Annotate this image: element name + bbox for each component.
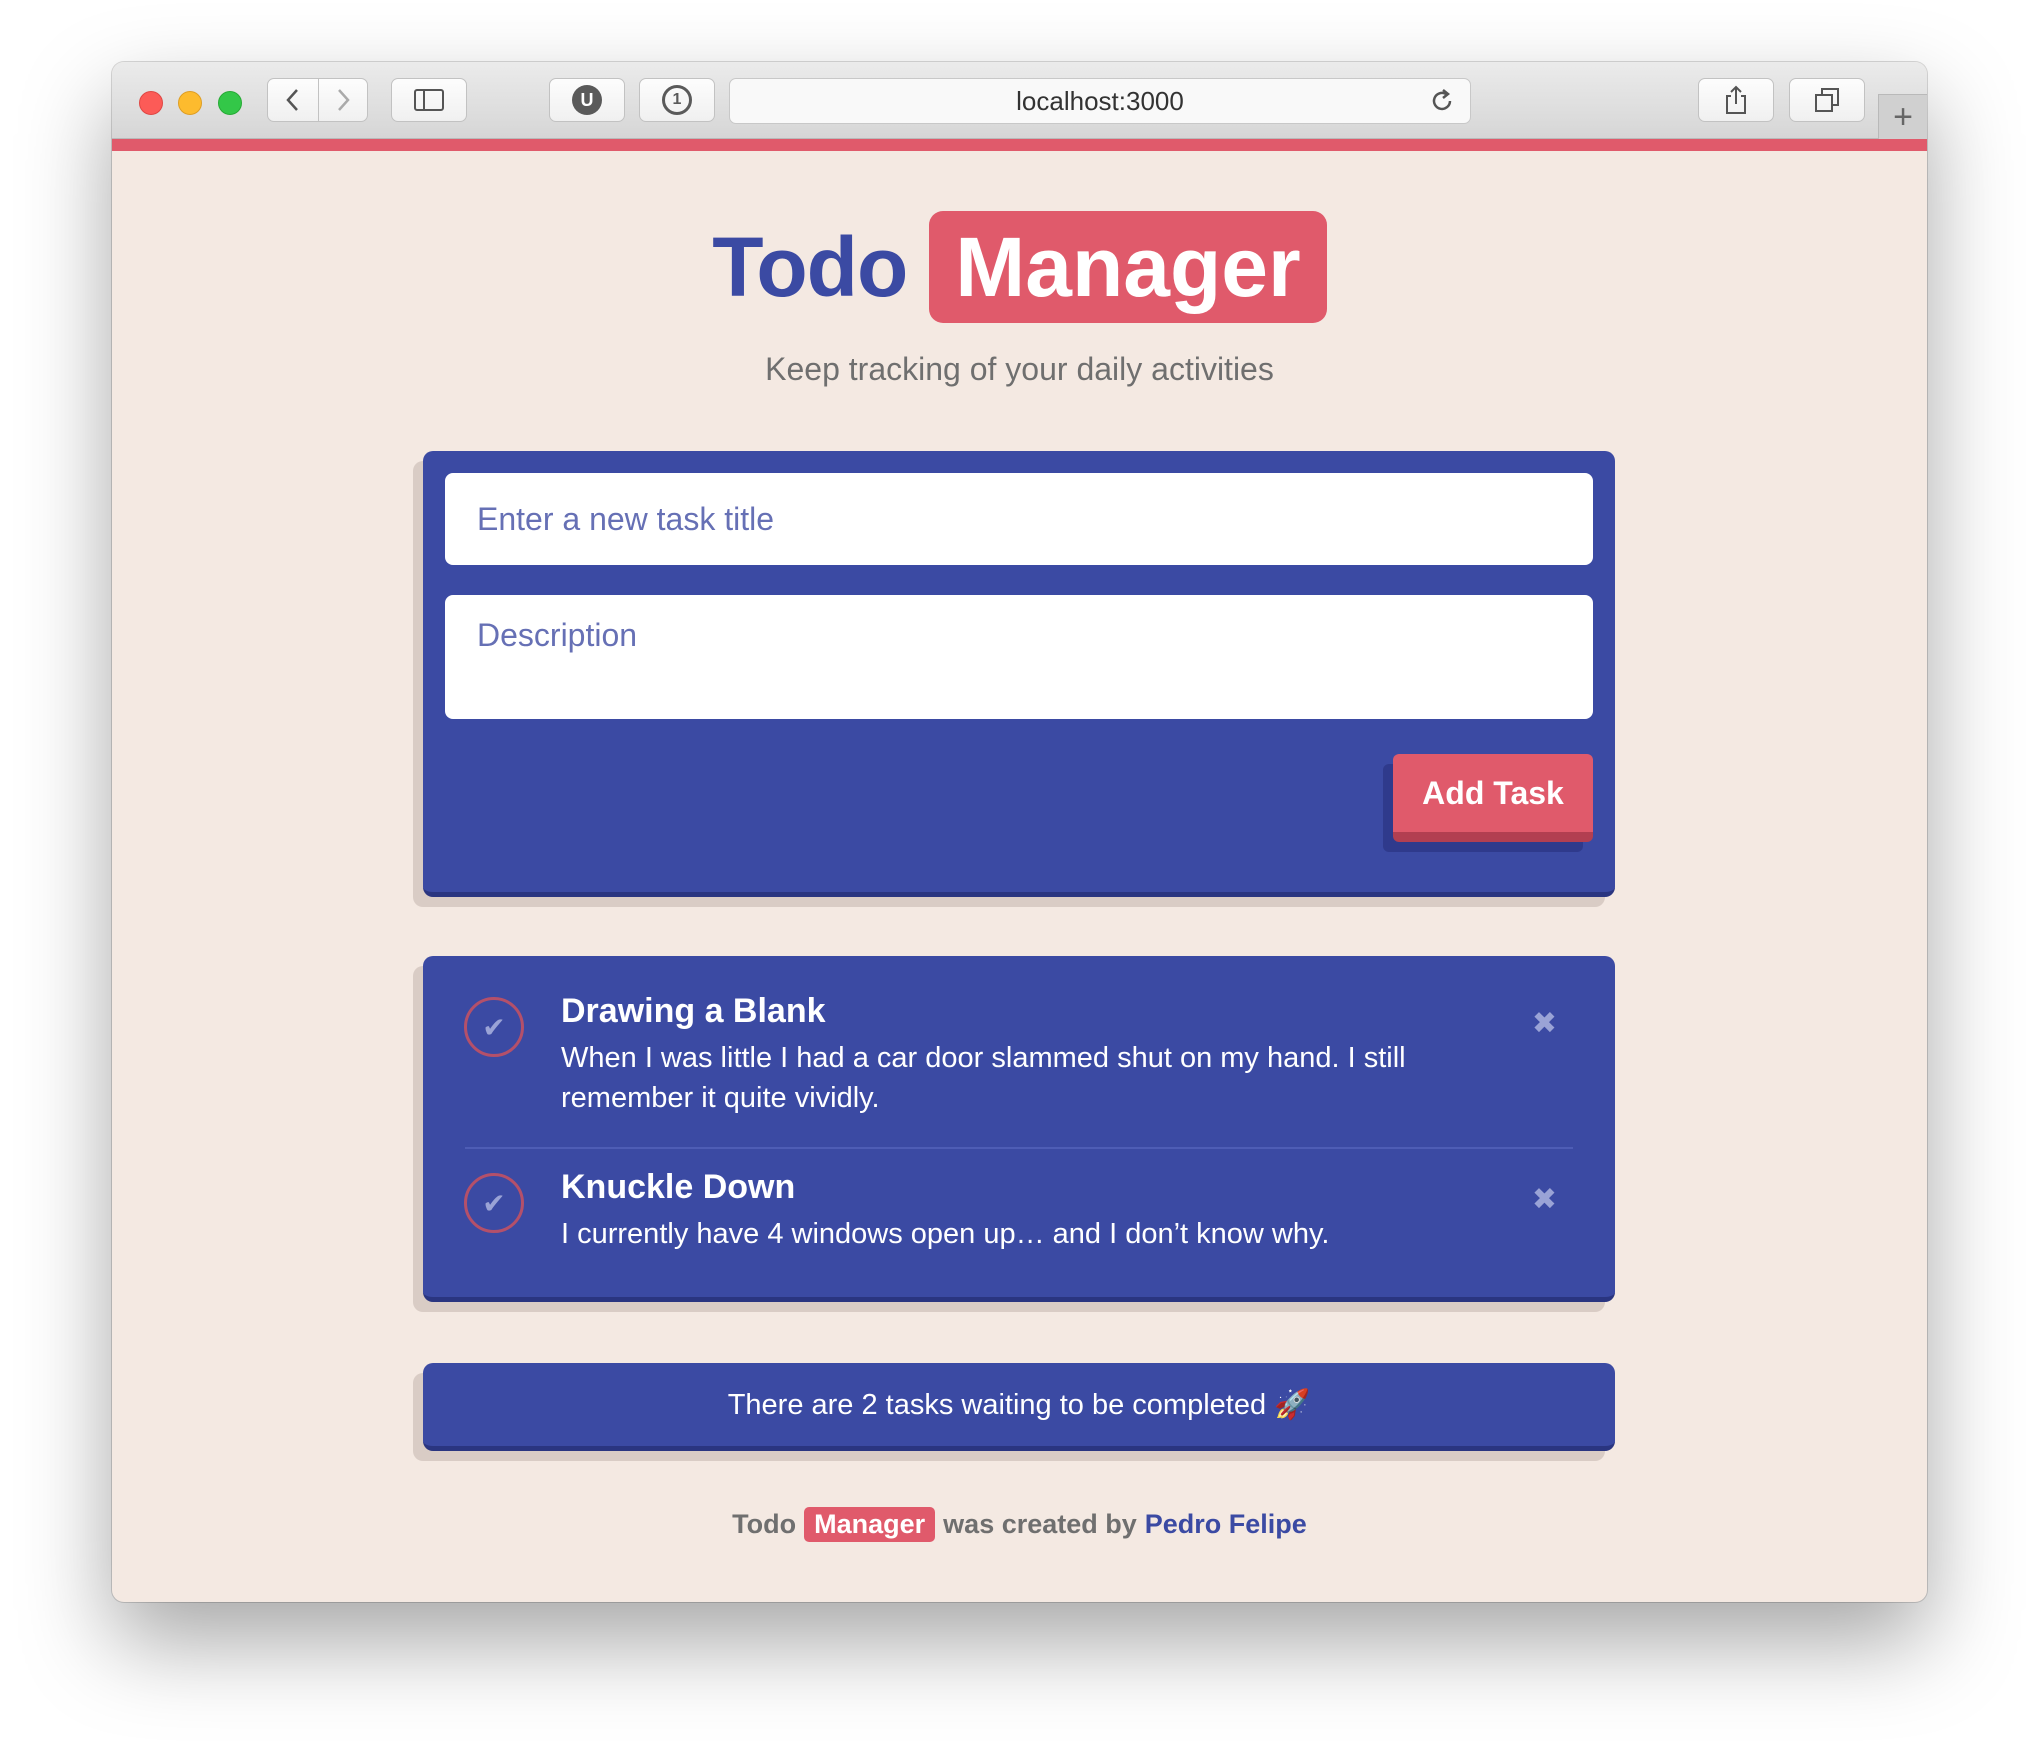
footer-manager-badge: Manager — [804, 1507, 936, 1542]
title-todo: Todo — [712, 219, 908, 314]
status-text: There are 2 tasks waiting to be complete… — [727, 1388, 1311, 1421]
ublock-extension-button[interactable]: U — [549, 78, 625, 122]
back-button[interactable] — [267, 78, 319, 122]
footer-created-by: was created by — [943, 1509, 1137, 1539]
onepassword-extension-button[interactable]: 1 — [639, 78, 715, 122]
complete-task-button[interactable]: ✔ — [464, 997, 524, 1057]
back-icon — [286, 89, 298, 111]
share-button[interactable] — [1698, 78, 1774, 122]
page-content: Todo Manager Keep tracking of your daily… — [112, 151, 1927, 1602]
task-list: ✔ Drawing a Blank When I was little I ha… — [423, 956, 1615, 1302]
check-icon: ✔ — [482, 1011, 506, 1043]
sidebar-button[interactable] — [391, 78, 467, 122]
title-manager-badge: Manager — [929, 211, 1327, 323]
close-window-button[interactable] — [139, 91, 163, 115]
task-description: When I was little I had a car door slamm… — [561, 1042, 1406, 1114]
minimize-window-button[interactable] — [178, 91, 202, 115]
task-title: Knuckle Down — [561, 1168, 796, 1206]
add-task-button[interactable]: Add Task — [1393, 754, 1593, 842]
new-tab-icon: + — [1893, 98, 1913, 136]
tabs-icon — [1815, 88, 1839, 112]
accent-bar — [112, 139, 1927, 151]
author-link[interactable]: Pedro Felipe — [1145, 1509, 1307, 1540]
footer: Todo Manager was created by Pedro Felipe — [112, 1507, 1927, 1542]
delete-task-button[interactable]: ✖ — [1532, 1182, 1557, 1217]
task-divider — [465, 1147, 1573, 1149]
share-icon — [1726, 85, 1746, 114]
new-task-form: Enter a new task title Description Add T… — [423, 451, 1615, 897]
delete-task-button[interactable]: ✖ — [1532, 1006, 1557, 1041]
url-text: localhost:3000 — [1016, 85, 1184, 116]
show-tabs-button[interactable] — [1789, 78, 1865, 122]
app-title: Todo Manager — [112, 211, 1927, 323]
sidebar-icon — [414, 89, 444, 111]
new-tab-button[interactable]: + — [1878, 94, 1927, 139]
task-description: I currently have 4 windows open up… and … — [561, 1218, 1330, 1250]
subtitle: Keep tracking of your daily activities — [765, 351, 1274, 387]
forward-icon — [338, 89, 350, 111]
forward-button[interactable] — [318, 78, 368, 122]
complete-task-button[interactable]: ✔ — [464, 1173, 524, 1233]
check-icon: ✔ — [482, 1187, 506, 1219]
address-bar[interactable]: localhost:3000 — [729, 78, 1471, 124]
maximize-window-button[interactable] — [218, 91, 242, 115]
task-title-input[interactable]: Enter a new task title — [445, 473, 1593, 565]
task-count-status: There are 2 tasks waiting to be complete… — [423, 1363, 1615, 1451]
onepassword-icon: 1 — [662, 85, 692, 115]
reload-icon[interactable] — [1428, 87, 1456, 115]
task-description-input[interactable]: Description — [445, 595, 1593, 719]
task-title: Drawing a Blank — [561, 992, 826, 1030]
close-icon: ✖ — [1531, 1007, 1557, 1040]
browser-toolbar: U 1 localhost:3000 + — [112, 62, 1927, 139]
ublock-icon: U — [572, 85, 602, 115]
browser-window: U 1 localhost:3000 + Todo Manager Keep t… — [112, 62, 1927, 1602]
close-icon: ✖ — [1531, 1183, 1557, 1216]
footer-todo: Todo — [732, 1509, 797, 1539]
